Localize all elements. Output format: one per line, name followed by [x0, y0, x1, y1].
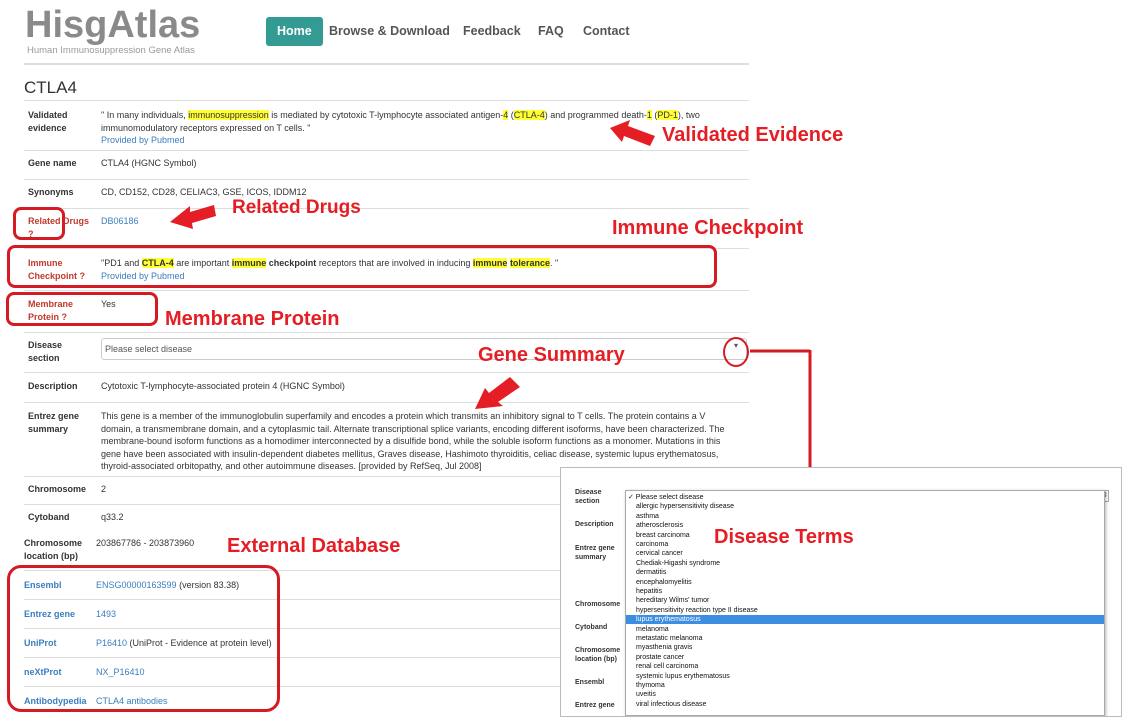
disease-option[interactable]: thymoma [636, 681, 665, 690]
disease-option[interactable]: hepatitis [636, 587, 662, 596]
inset-cytoband-label: Cytoband [575, 624, 608, 631]
annotation-membrane-protein: Membrane Protein [165, 308, 340, 330]
disease-option[interactable]: systemic lupus erythematosus [636, 672, 730, 681]
annotation-related-drugs: Related Drugs [232, 197, 361, 218]
inset-location-label: Chromosome location (bp) [575, 647, 621, 663]
disease-option[interactable]: dermatitis [636, 568, 666, 577]
annotation-validated-evidence: Validated Evidence [662, 124, 844, 146]
inset-description-label: Description [575, 521, 614, 528]
disease-option[interactable]: viral infectious disease [636, 700, 706, 709]
disease-option[interactable]: breast carcinoma [636, 531, 690, 540]
disease-option[interactable]: cervical cancer [636, 549, 683, 558]
disease-dropdown-inset: Disease section Description Entrez gene su… [560, 467, 1122, 717]
annotation-gene-summary: Gene Summary [478, 344, 625, 366]
disease-options-list[interactable]: ✓ Please select disease allergic hypersen… [625, 490, 1105, 716]
annotation-external-database: External Database [227, 535, 401, 557]
disease-option[interactable]: ✓ Please select disease [628, 493, 704, 502]
annotation-disease-terms: Disease Terms [714, 526, 854, 548]
inset-ensembl-label[interactable]: Ensembl [575, 678, 604, 687]
disease-option[interactable]: hypersensitivity reaction type II diseas… [636, 606, 758, 615]
inset-entrez-label: Entrez gene summary [575, 545, 615, 561]
disease-option[interactable]: myasthenia gravis [636, 643, 692, 652]
disease-option[interactable]: hereditary Wilms' tumor [636, 596, 709, 605]
inset-disease-label: Disease section [575, 489, 602, 505]
disease-option[interactable]: atherosclerosis [636, 521, 683, 530]
disease-option[interactable]: uveitis [636, 690, 656, 699]
arrow-summary-icon [475, 377, 520, 409]
disease-option[interactable]: asthma [636, 512, 659, 521]
disease-option[interactable]: lupus erythematosus [636, 615, 701, 624]
disease-option[interactable]: Chediak-Higashi syndrome [636, 559, 720, 568]
disease-option[interactable]: prostate cancer [636, 653, 684, 662]
disease-option[interactable]: allergic hypersensitivity disease [636, 502, 734, 511]
disease-option[interactable]: encephalomyelitis [636, 578, 692, 587]
disease-option[interactable]: renal cell carcinoma [636, 662, 698, 671]
disease-option[interactable]: melanoma [636, 625, 669, 634]
inset-entrez-gene-label[interactable]: Entrez gene [575, 701, 615, 710]
disease-option[interactable]: metastatic melanoma [636, 634, 703, 643]
disease-option[interactable]: carcinoma [636, 540, 668, 549]
arrow-validated-icon [610, 120, 655, 146]
inset-chromosome-label: Chromosome [575, 601, 621, 608]
arrow-drugs-icon [170, 205, 216, 229]
annotation-immune-checkpoint: Immune Checkpoint [612, 217, 804, 239]
